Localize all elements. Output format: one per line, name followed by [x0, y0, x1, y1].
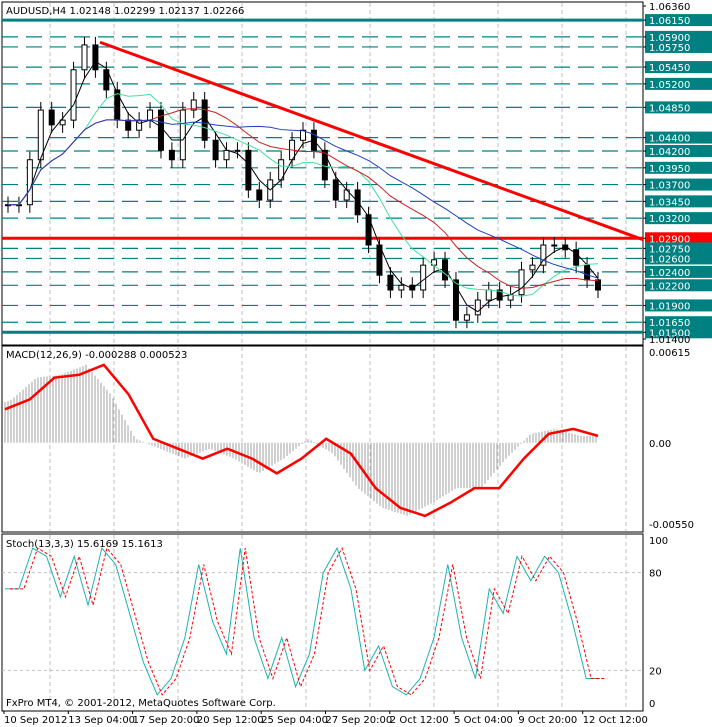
candle-body: [92, 44, 99, 71]
time-label: 9 Oct 20:00: [518, 715, 577, 726]
stoch-main-line: [5, 546, 600, 696]
candle-body: [463, 314, 470, 321]
symbol-info: AUDUSD,H4 1.02148 1.02299 1.02137 1.0226…: [6, 6, 244, 17]
candle-body: [26, 159, 33, 206]
candle-body: [474, 299, 481, 316]
copyright: FxPro MT4, © 2001-2012, MetaQuotes Softw…: [6, 698, 276, 709]
panel-border: [1, 533, 644, 712]
moving-average-line: [8, 60, 599, 313]
price-label: 1.03200: [649, 214, 690, 225]
price-label: 1.05200: [649, 80, 690, 91]
price-label: 1.05450: [649, 63, 690, 74]
candle-body: [147, 109, 154, 121]
time-label: 20 Sep 12:00: [197, 715, 264, 726]
candle-body: [245, 149, 252, 191]
candle-body: [212, 139, 219, 161]
price-label: 1.06150: [649, 16, 690, 27]
price-label: 1.06360: [649, 2, 690, 13]
candle-body: [125, 119, 132, 131]
price-label: 1.05750: [649, 43, 690, 54]
macd-title: MACD(12,26,9) -0.000288 0.000523: [6, 350, 187, 361]
candle-body: [48, 109, 55, 126]
price-label: 1.03700: [649, 181, 690, 192]
candle-body: [529, 264, 536, 271]
candle-body: [81, 44, 88, 71]
candle-body: [234, 149, 241, 152]
candle-body: [179, 109, 186, 161]
candle-body: [332, 179, 339, 201]
time-label: 25 Sep 04:00: [261, 715, 328, 726]
candle-body: [70, 69, 77, 121]
macd-axis-label: 0.00615: [649, 348, 690, 359]
stoch-axis-label: 100: [649, 536, 668, 547]
candle-body: [365, 214, 372, 246]
time-label: 2 Oct 12:00: [390, 715, 449, 726]
candle-body: [321, 149, 328, 181]
price-label: 1.04400: [649, 134, 690, 145]
price-label: 1.02600: [649, 254, 690, 265]
stoch-axis-label: 20: [649, 666, 662, 677]
time-label: 12 Oct 12:00: [583, 715, 648, 726]
chart-canvas[interactable]: 10 Sep 2012 13 Sep 04:0017 Sep 20:0020 Se…: [0, 0, 712, 727]
price-label: 1.02200: [649, 281, 690, 292]
price-label: 1.04850: [649, 103, 690, 114]
time-label: 27 Sep 20:00: [326, 715, 393, 726]
candle-body: [256, 189, 263, 201]
candle-body: [398, 284, 405, 291]
stoch-signal-line: [10, 546, 605, 696]
candle-body: [518, 269, 525, 296]
macd-signal-line: [4, 363, 599, 518]
candle-body: [551, 244, 558, 247]
candle-body: [420, 264, 427, 291]
macd-axis-label: 0.00: [649, 439, 671, 450]
stoch-title: Stoch(13,3,3) 15.6169 15.1613: [6, 539, 163, 550]
price-label: 1.01400: [649, 335, 690, 346]
price-label: 1.02400: [649, 268, 690, 279]
price-label: 1.01900: [649, 301, 690, 312]
time-label: 13 Sep 04:00: [68, 715, 135, 726]
candle-body: [595, 279, 601, 291]
time-label: 17 Sep 20:00: [133, 715, 200, 726]
price-label: 1.03450: [649, 197, 690, 208]
time-label: 10 Sep 2012: [4, 715, 67, 726]
mt4-chart-window: 10 Sep 2012 13 Sep 04:00 17 Sep 20:00 20 Se…: [0, 0, 712, 727]
stoch-axis-label: 80: [649, 569, 662, 580]
candle-body: [37, 109, 44, 161]
candle-body: [168, 149, 175, 161]
price-label: 1.04200: [649, 147, 690, 158]
macd-axis-label: -0.00550: [649, 520, 694, 531]
stoch-axis-label: 0: [649, 699, 655, 710]
candle-body: [223, 149, 230, 161]
candle-body: [485, 289, 492, 301]
candle-body: [387, 274, 394, 291]
candle-body: [442, 259, 449, 281]
time-label: 5 Oct 04:00: [454, 715, 513, 726]
price-label: 1.03950: [649, 164, 690, 175]
